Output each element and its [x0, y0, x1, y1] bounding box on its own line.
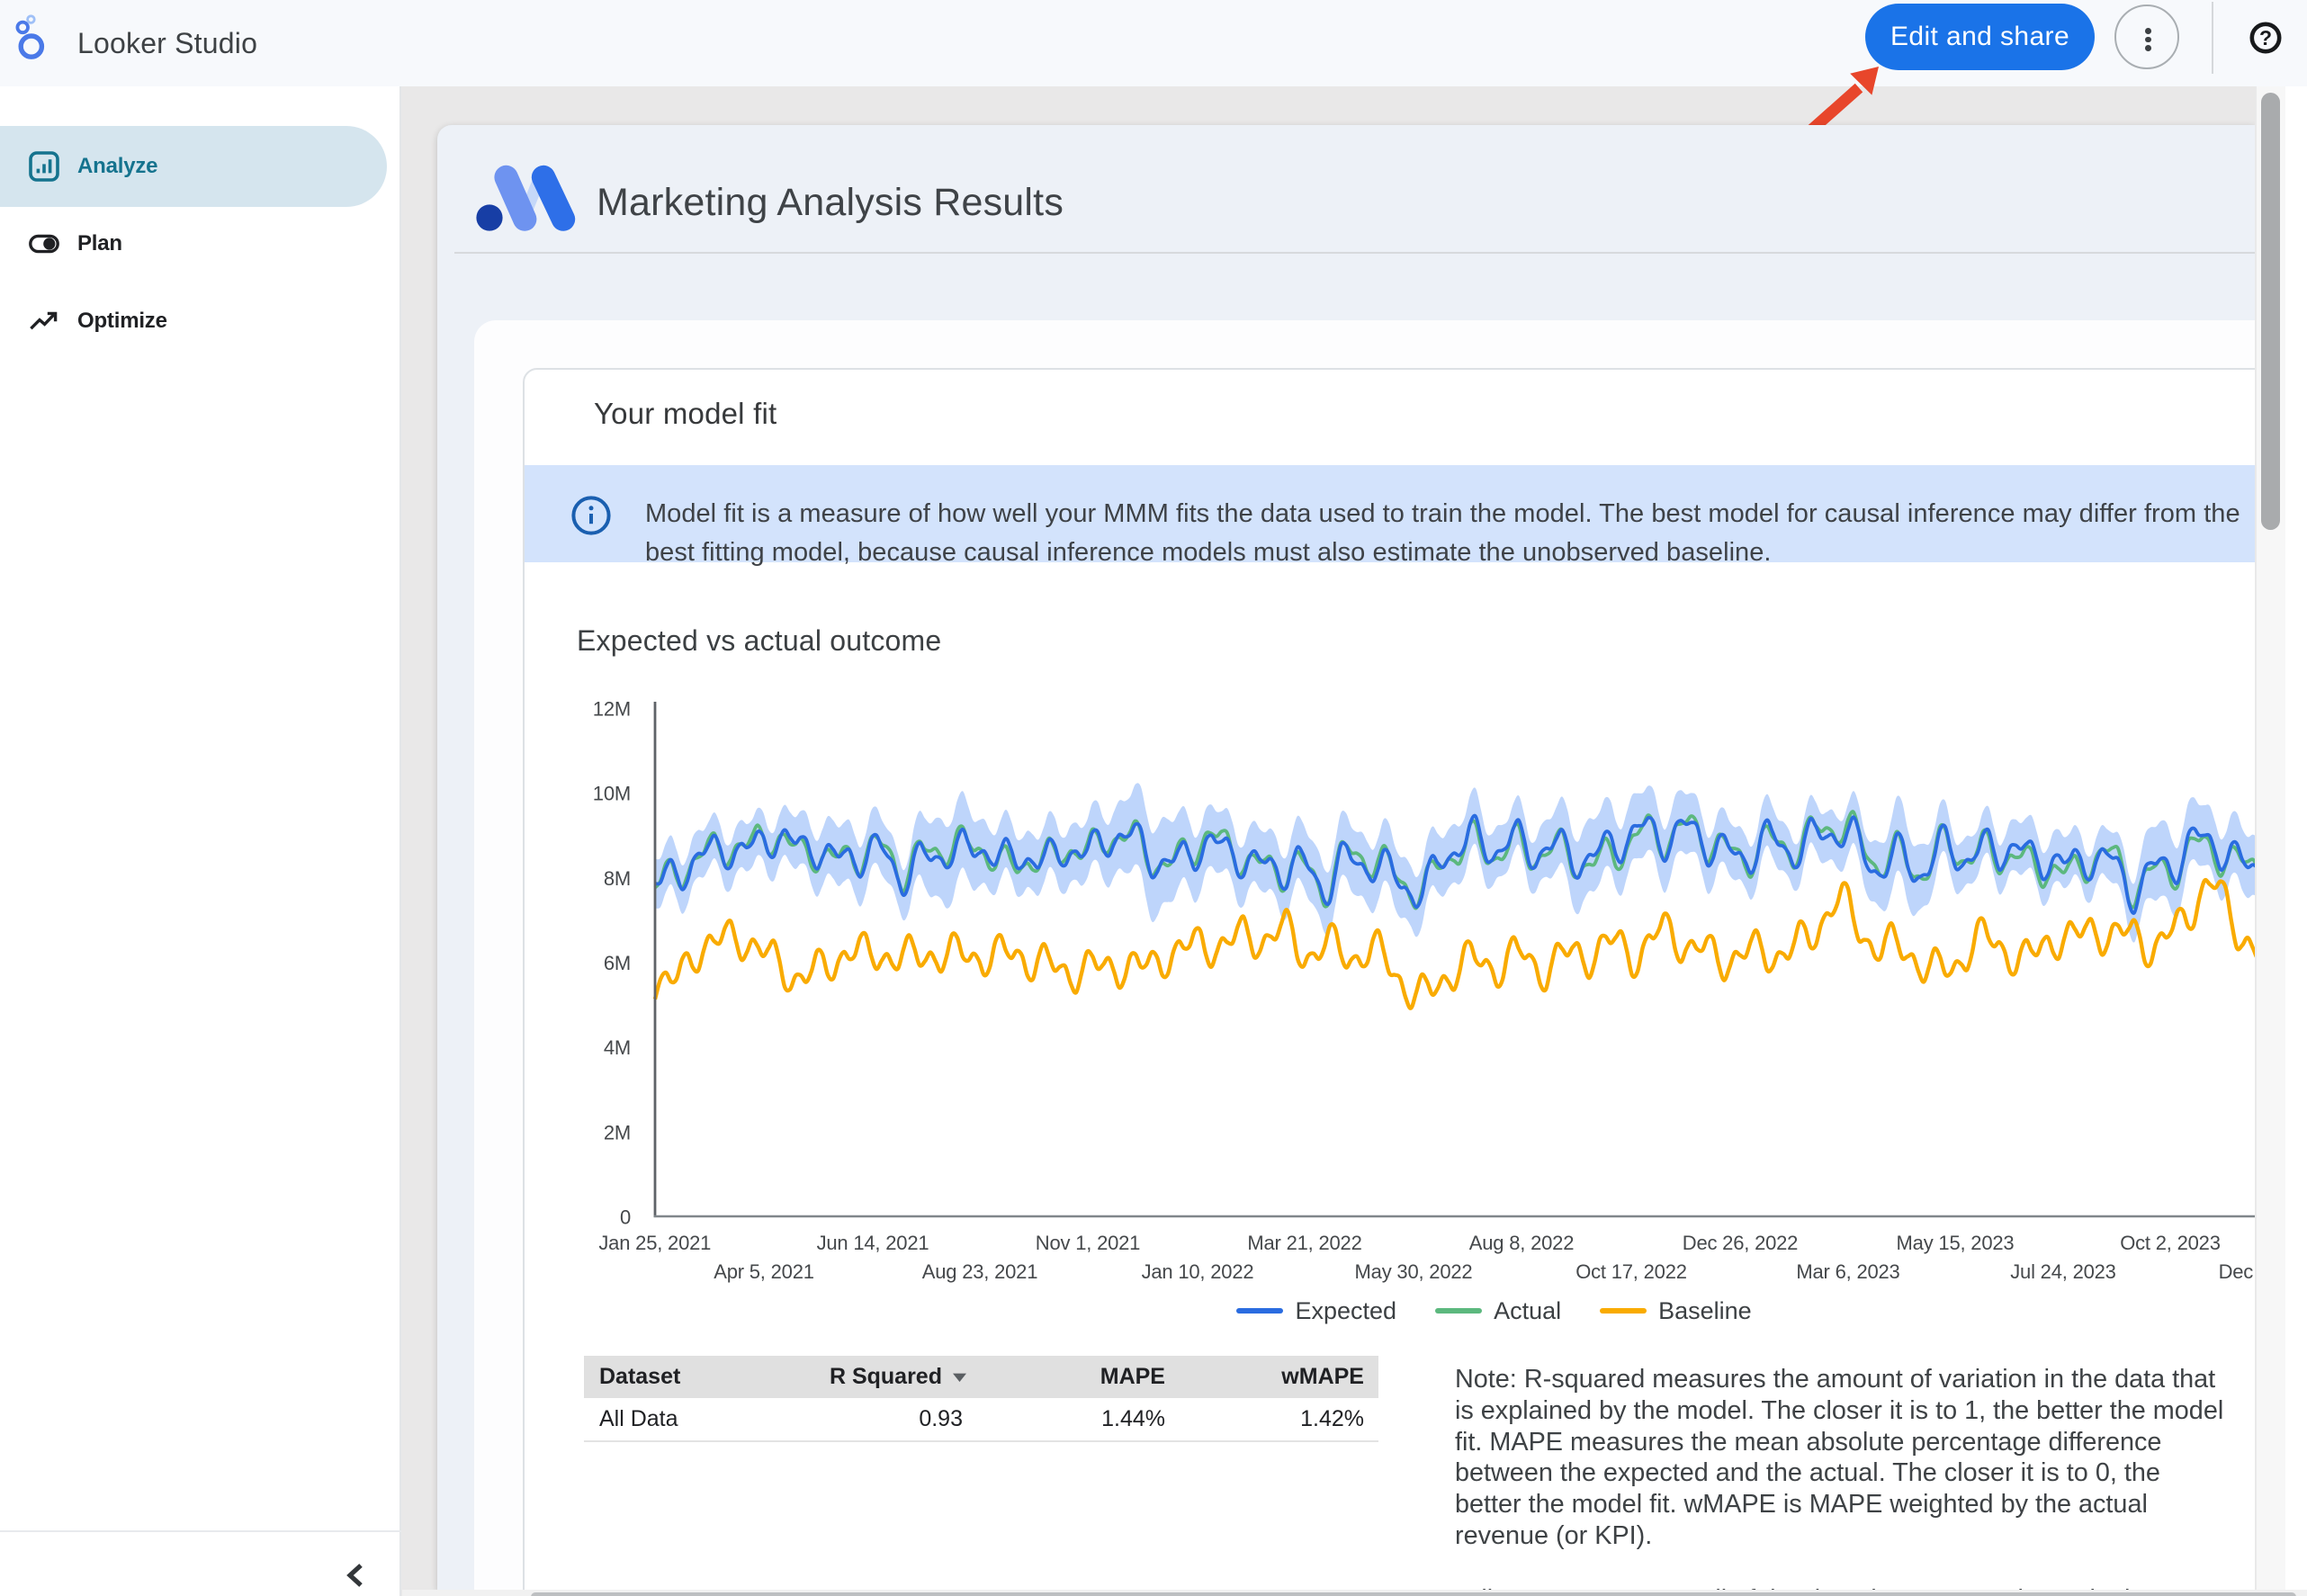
svg-text:Jan 10, 2022: Jan 10, 2022 — [1142, 1260, 1254, 1283]
svg-text:8M: 8M — [604, 867, 631, 890]
svg-text:Oct 2, 2023: Oct 2, 2023 — [2120, 1232, 2221, 1254]
svg-text:Dec 11, 2023: Dec 11, 2023 — [2219, 1260, 2255, 1283]
svg-text:Aug 23, 2021: Aug 23, 2021 — [922, 1260, 1038, 1283]
svg-text:Jan 25, 2021: Jan 25, 2021 — [598, 1232, 711, 1254]
svg-text:4M: 4M — [604, 1036, 631, 1059]
svg-text:Aug 8, 2022: Aug 8, 2022 — [1469, 1232, 1574, 1254]
svg-text:May 15, 2023: May 15, 2023 — [1897, 1232, 2015, 1254]
svg-text:2M: 2M — [604, 1121, 631, 1143]
svg-text:Dec 26, 2022: Dec 26, 2022 — [1683, 1232, 1798, 1254]
svg-text:?: ? — [2259, 26, 2272, 49]
svg-text:6M: 6M — [604, 952, 631, 974]
svg-text:10M: 10M — [593, 783, 631, 805]
svg-text:Jul 24, 2023: Jul 24, 2023 — [2010, 1260, 2115, 1283]
svg-text:Mar 21, 2022: Mar 21, 2022 — [1247, 1232, 1361, 1254]
svg-text:12M: 12M — [593, 697, 631, 720]
svg-text:Nov 1, 2021: Nov 1, 2021 — [1036, 1232, 1140, 1254]
svg-text:Jun 14, 2021: Jun 14, 2021 — [817, 1232, 929, 1254]
svg-text:0: 0 — [620, 1206, 631, 1228]
svg-text:Apr 5, 2021: Apr 5, 2021 — [714, 1260, 814, 1283]
svg-text:May 30, 2022: May 30, 2022 — [1355, 1260, 1473, 1283]
svg-text:Oct 17, 2022: Oct 17, 2022 — [1575, 1260, 1687, 1283]
svg-text:Mar 6, 2023: Mar 6, 2023 — [1796, 1260, 1899, 1283]
